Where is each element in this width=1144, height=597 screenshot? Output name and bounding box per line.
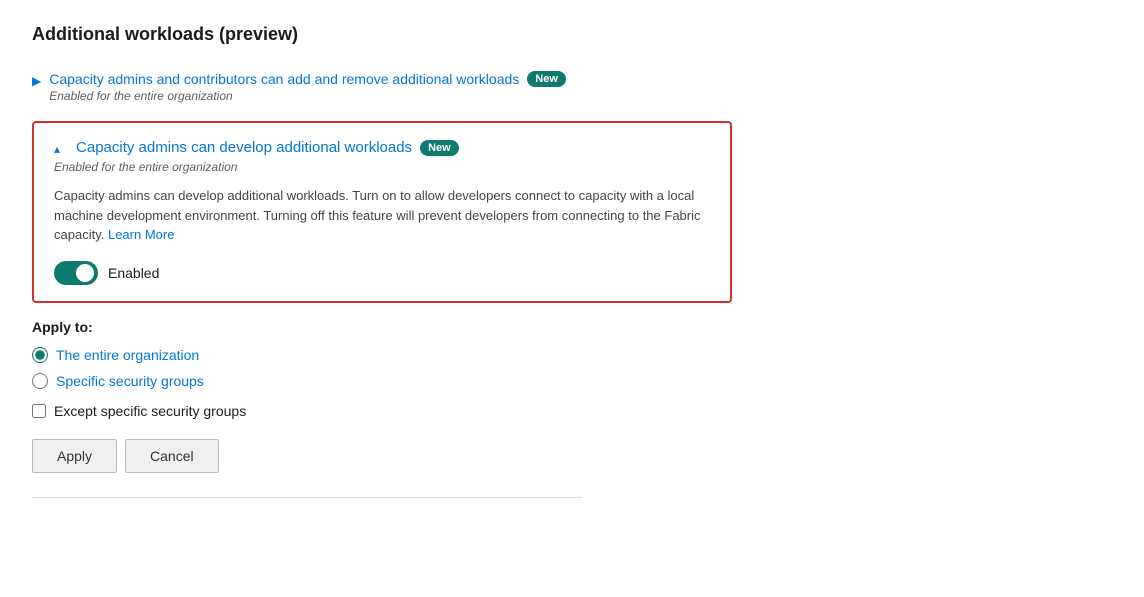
- expanded-workload-panel: ▴ Capacity admins can develop additional…: [32, 121, 732, 303]
- apply-button[interactable]: Apply: [32, 439, 117, 473]
- toggle-track: [54, 261, 98, 285]
- expanded-new-badge: New: [420, 140, 459, 156]
- enabled-toggle[interactable]: [54, 261, 98, 285]
- expanded-title-row: ▴ Capacity admins can develop additional…: [54, 139, 710, 156]
- apply-to-section: Apply to: The entire organization Specif…: [32, 319, 1112, 419]
- expanded-workload-title: Capacity admins can develop additional w…: [76, 139, 412, 156]
- learn-more-link[interactable]: Learn More: [108, 227, 174, 242]
- radio-specific-groups-label: Specific security groups: [56, 373, 204, 389]
- except-checkbox-input[interactable]: [32, 404, 46, 418]
- collapsed-workload-item[interactable]: ▶ Capacity admins and contributors can a…: [32, 65, 1112, 113]
- cancel-button[interactable]: Cancel: [125, 439, 219, 473]
- apply-to-label: Apply to:: [32, 319, 1112, 335]
- radio-entire-org[interactable]: The entire organization: [32, 347, 1112, 363]
- chevron-right-icon: ▶: [32, 74, 41, 88]
- section-divider: [32, 497, 582, 498]
- expanded-workload-subtitle: Enabled for the entire organization: [54, 160, 710, 174]
- chevron-down-icon: ▴: [54, 142, 60, 156]
- button-row: Apply Cancel: [32, 439, 1112, 473]
- collapsed-workload-info: Capacity admins and contributors can add…: [49, 71, 566, 103]
- except-checkbox-label: Except specific security groups: [54, 403, 246, 419]
- collapsed-workload-subtitle: Enabled for the entire organization: [49, 89, 566, 103]
- toggle-label: Enabled: [108, 265, 159, 281]
- workload-description: Capacity admins can develop additional w…: [54, 186, 710, 245]
- except-checkbox-item[interactable]: Except specific security groups: [32, 403, 1112, 419]
- collapsed-title-row: Capacity admins and contributors can add…: [49, 71, 566, 87]
- toggle-thumb: [76, 264, 94, 282]
- radio-specific-groups-input[interactable]: [32, 373, 48, 389]
- toggle-row: Enabled: [54, 261, 710, 285]
- radio-entire-org-input[interactable]: [32, 347, 48, 363]
- radio-entire-org-label: The entire organization: [56, 347, 199, 363]
- collapsed-new-badge: New: [527, 71, 566, 87]
- page-title: Additional workloads (preview): [32, 24, 1112, 45]
- radio-group: The entire organization Specific securit…: [32, 347, 1112, 389]
- radio-specific-groups[interactable]: Specific security groups: [32, 373, 1112, 389]
- collapsed-workload-title: Capacity admins and contributors can add…: [49, 71, 519, 87]
